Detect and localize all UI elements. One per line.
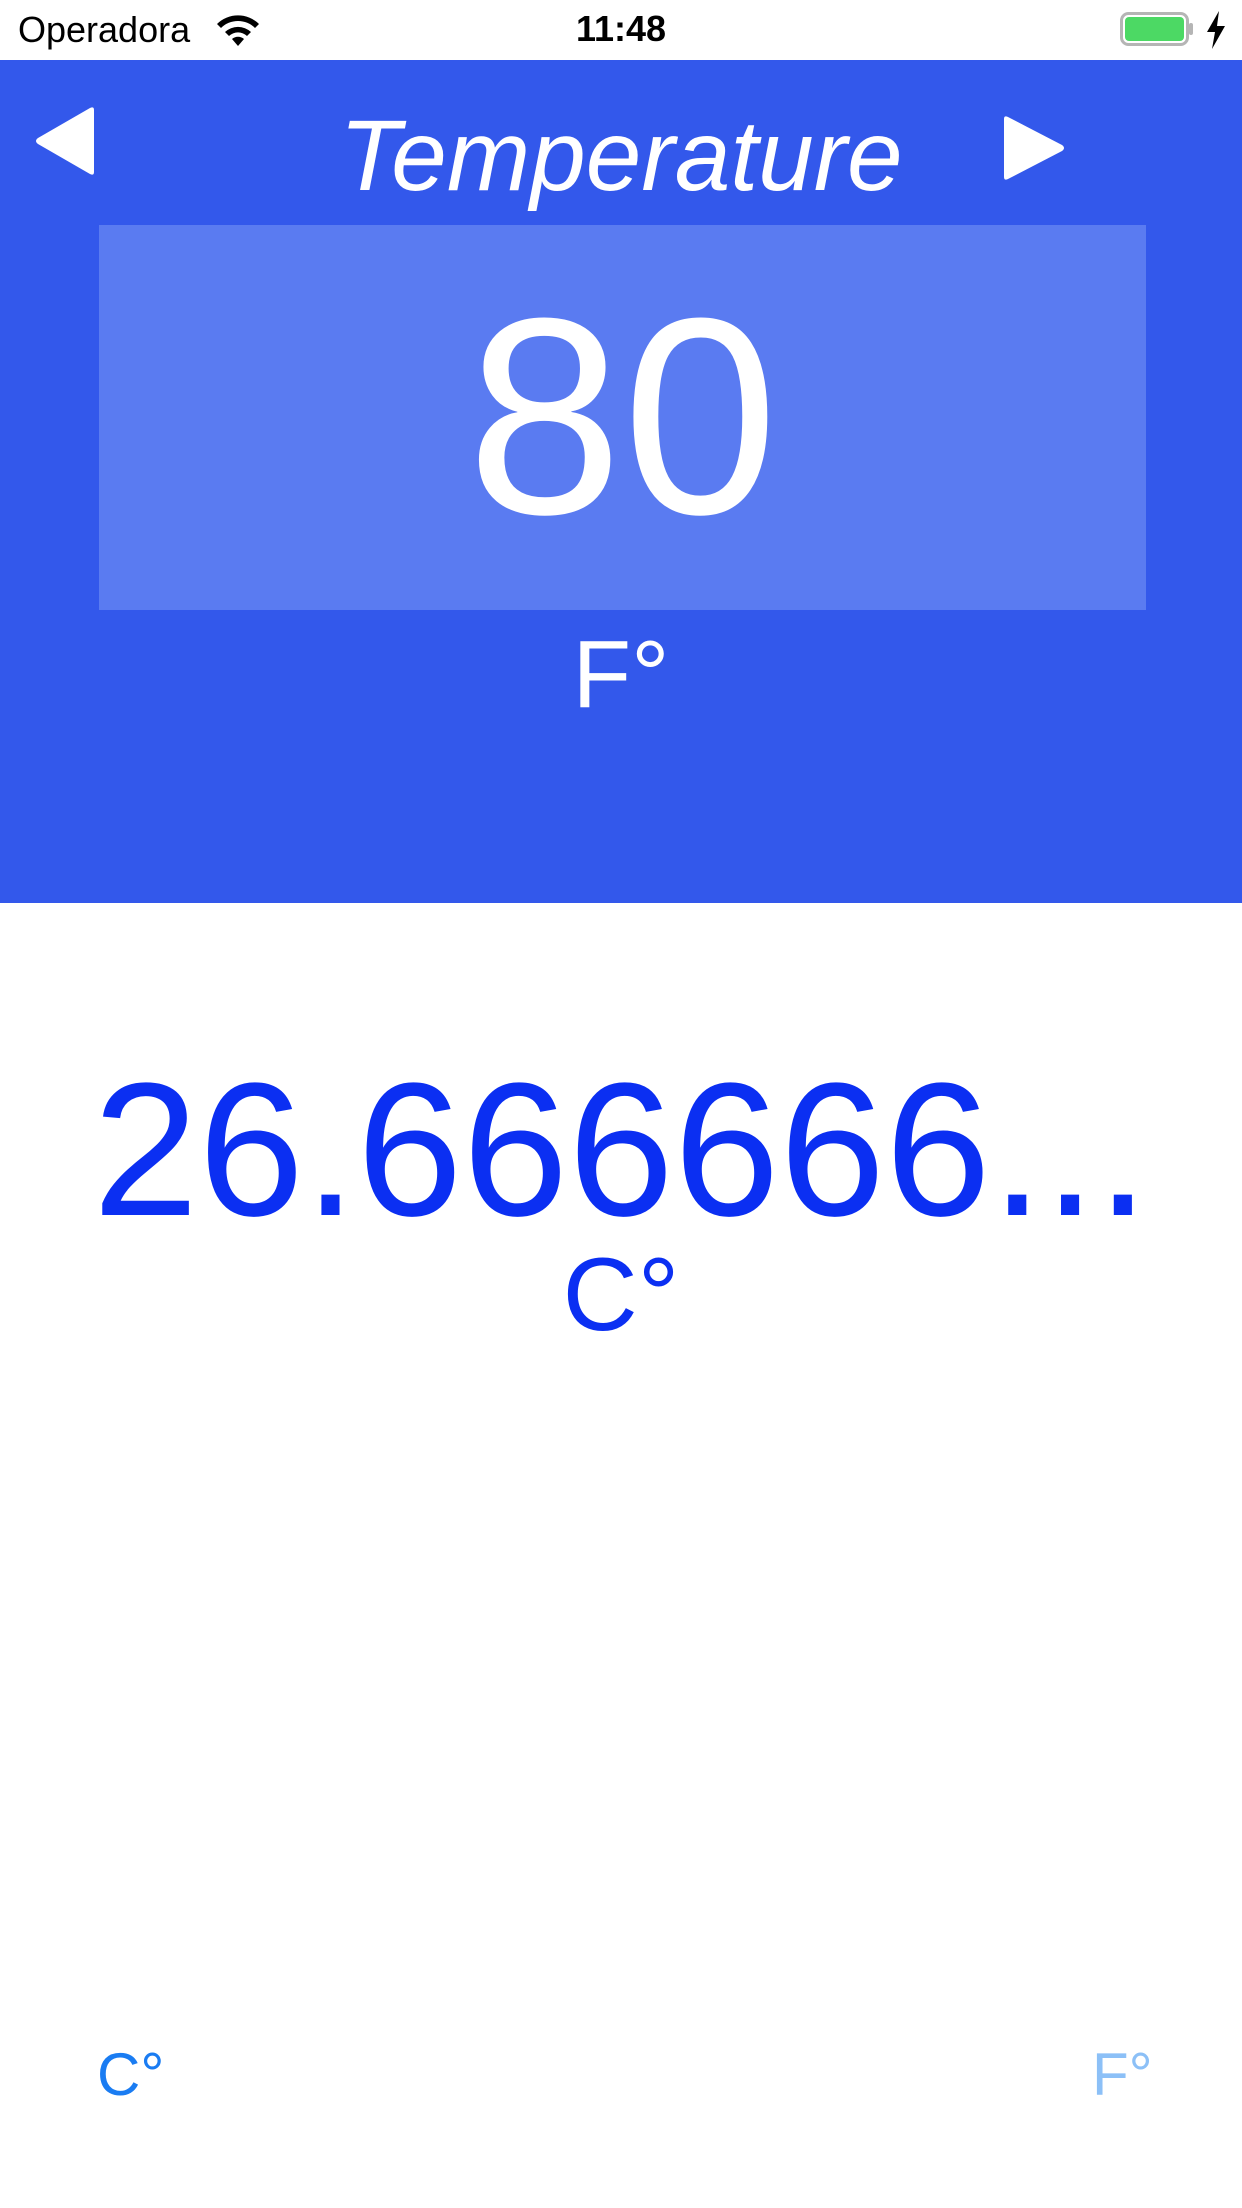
celsius-button[interactable]: C° (97, 2040, 164, 2110)
status-time: 11:48 (575, 8, 667, 49)
charging-bolt-icon (1207, 11, 1225, 49)
converter-header: Temperature F° (0, 60, 1242, 903)
app-screen: Operadora 11:48 Temperature F° 26.666666… (0, 0, 1242, 2208)
battery-full-icon (1120, 12, 1193, 46)
temperature-input[interactable] (99, 225, 1146, 610)
converted-value: 26.666666... (92, 1044, 1150, 1256)
fahrenheit-button[interactable]: F° (1092, 2040, 1153, 2110)
converted-unit-label: C° (562, 1237, 680, 1353)
triangle-right-icon[interactable] (1000, 115, 1066, 181)
input-unit-label: F° (572, 621, 670, 728)
status-bar: Operadora 11:48 (0, 0, 1242, 60)
